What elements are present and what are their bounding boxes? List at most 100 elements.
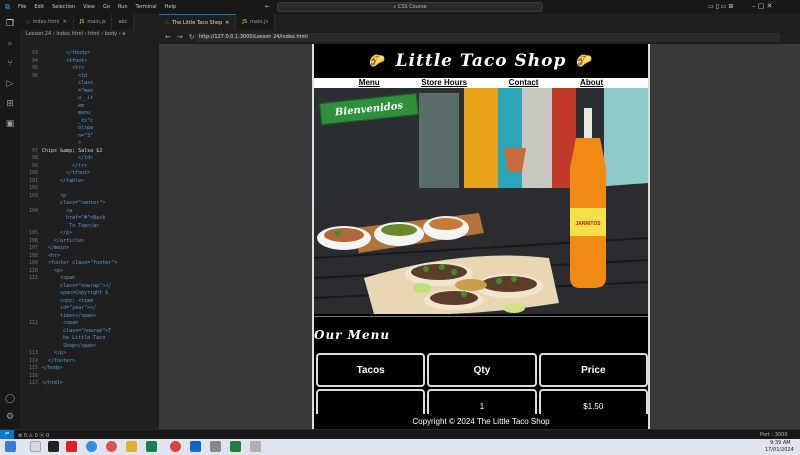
file-explorer-icon[interactable]	[126, 441, 137, 452]
menu-help[interactable]: Help	[165, 4, 176, 10]
excel-icon[interactable]	[230, 441, 241, 452]
code-line[interactable]: To Top</a>	[20, 223, 159, 231]
tab-index-html[interactable]: ◇ index.html ✕	[20, 14, 74, 30]
app-icon[interactable]	[210, 441, 221, 452]
tab-preview-taco-shop[interactable]: ◇ The Little Taco Shop ✕	[159, 14, 237, 30]
code-line[interactable]: _cs"c	[20, 118, 159, 126]
menu-terminal[interactable]: Terminal	[136, 4, 157, 10]
clock-time[interactable]: 9:39 AM	[770, 440, 791, 446]
code-line[interactable]: time></span>	[20, 313, 159, 321]
code-line[interactable]: class="nowrap"></	[20, 283, 159, 291]
code-line[interactable]: class="center">	[20, 200, 159, 208]
code-line[interactable]: 110 <p>	[20, 268, 159, 276]
edge-icon[interactable]	[86, 441, 97, 452]
url-input[interactable]: http://127.0.0.1:3000/Lesson 24/index.ht…	[195, 32, 780, 42]
code-line[interactable]: Shop</span>	[20, 343, 159, 351]
search-icon[interactable]	[30, 441, 41, 452]
code-line[interactable]: copy; <time	[20, 298, 159, 306]
app-icon[interactable]	[250, 441, 261, 452]
menu-selection[interactable]: Selection	[52, 4, 75, 10]
refresh-icon[interactable]: ↻	[189, 33, 195, 41]
nav-link-store-hours[interactable]: Store Hours	[421, 78, 467, 88]
code-line[interactable]: n="3"	[20, 133, 159, 141]
nav-link-contact[interactable]: Contact	[509, 78, 539, 88]
menu-run[interactable]: Run	[118, 4, 128, 10]
code-line[interactable]: 102	[20, 185, 159, 193]
code-line[interactable]: class	[20, 80, 159, 88]
spreadsheet-icon[interactable]	[146, 441, 157, 452]
source-control-icon[interactable]: ⑂	[5, 59, 15, 69]
tab-abc[interactable]: abc	[112, 14, 135, 30]
tab-preview-main-js[interactable]: JS main.js	[236, 14, 276, 30]
layout-toggle-icon[interactable]: ▭ ▯ ▭ ⊞	[708, 3, 733, 10]
windows-start-icon[interactable]	[5, 441, 16, 452]
code-line[interactable]: 95 <tr>	[20, 65, 159, 73]
code-line[interactable]: 115 </body>	[20, 365, 159, 373]
vscode-icon[interactable]	[190, 441, 201, 452]
code-line[interactable]: em	[20, 103, 159, 111]
back-arrow-icon[interactable]: ←	[165, 33, 171, 41]
window-controls[interactable]: – ▢ ✕	[752, 2, 772, 10]
run-debug-icon[interactable]: ▷	[5, 79, 15, 89]
tab-main-js[interactable]: JS main.js	[74, 14, 113, 30]
code-line[interactable]: 111 <span	[20, 275, 159, 283]
code-line[interactable]: span>Copyright &	[20, 290, 159, 298]
close-icon[interactable]: ✕	[225, 20, 229, 26]
code-line[interactable]: 109 <footer class="footer">	[20, 260, 159, 268]
command-center[interactable]: ⌕ CSS Course	[277, 2, 543, 12]
code-line[interactable]: id="year"></	[20, 305, 159, 313]
code-line[interactable]: 104 <a	[20, 208, 159, 216]
extensions-icon[interactable]: ⊞	[5, 99, 15, 109]
code-line[interactable]: 96 <td	[20, 73, 159, 81]
code-line[interactable]: 101 </table>	[20, 178, 159, 186]
menu-go[interactable]: Go	[103, 4, 110, 10]
code-line[interactable]: he Little Taco	[20, 335, 159, 343]
menu-file[interactable]: File	[18, 4, 26, 10]
menu-edit[interactable]: Edit	[34, 4, 44, 10]
chrome-icon[interactable]	[170, 441, 181, 452]
forward-arrow-icon[interactable]: →	[177, 33, 183, 41]
code-lines[interactable]: 93 </tbody> 94 <tfoot> 95 <tr> 96 <td class…	[20, 50, 159, 388]
code-line[interactable]: 112 <span	[20, 320, 159, 328]
back-arrow-icon[interactable]: ←	[265, 3, 270, 10]
remote-explorer-icon[interactable]: ▣	[5, 119, 15, 129]
code-line[interactable]: 114 </footer>	[20, 358, 159, 366]
code-line[interactable]: 108 <hr>	[20, 253, 159, 261]
code-line[interactable]: 107 </main>	[20, 245, 159, 253]
code-line[interactable]: 113 </p>	[20, 350, 159, 358]
problems-count[interactable]: ⊗ 0 ⚠ 0 ⓦ 0	[18, 432, 49, 439]
code-line[interactable]: href="#">Back	[20, 215, 159, 223]
settings-gear-icon[interactable]: ⚙	[5, 412, 15, 422]
chrome-icon[interactable]	[106, 441, 117, 452]
code-line[interactable]: 94 <tfoot>	[20, 58, 159, 66]
code-line[interactable]: 103 <p	[20, 193, 159, 201]
port-indicator[interactable]: Port : 3000	[760, 432, 788, 438]
code-editor[interactable]: ◇ index.html ✕ JS main.js abc Lesson 24 › i…	[20, 14, 159, 429]
code-line[interactable]: olspa	[20, 125, 159, 133]
menu-view[interactable]: View	[83, 4, 95, 10]
code-line[interactable]: 98 </td>	[20, 155, 159, 163]
code-line[interactable]: 99 </tr>	[20, 163, 159, 171]
code-line[interactable]: >	[20, 140, 159, 148]
remote-indicator-icon[interactable]: ⇌	[0, 430, 14, 439]
code-line[interactable]: menu_	[20, 110, 159, 118]
code-line[interactable]: ="men	[20, 88, 159, 96]
account-icon[interactable]: ◯	[5, 394, 15, 404]
clock-date[interactable]: 17/01/2024	[765, 447, 794, 453]
code-line[interactable]: u__it	[20, 95, 159, 103]
task-view-icon[interactable]	[48, 441, 59, 452]
code-line[interactable]: 97 Chips &amp; Salsa $2	[20, 148, 159, 156]
close-icon[interactable]: ✕	[63, 19, 67, 25]
nav-link-about[interactable]: About	[580, 78, 603, 88]
code-line[interactable]: 93 </tbody>	[20, 50, 159, 58]
code-line[interactable]: 105 </p>	[20, 230, 159, 238]
code-line[interactable]: 117 </html>	[20, 380, 159, 388]
code-line[interactable]: class="nowrap">T	[20, 328, 159, 336]
youtube-icon[interactable]	[66, 441, 77, 452]
breadcrumb[interactable]: Lesson 24 › index.html › html › body › a	[20, 31, 125, 41]
code-line[interactable]: 116	[20, 373, 159, 381]
nav-link-menu[interactable]: Menu	[359, 78, 380, 88]
code-line[interactable]: 106 </article>	[20, 238, 159, 246]
code-line[interactable]: 100 </tfoot>	[20, 170, 159, 178]
search-icon[interactable]: ⌕	[5, 39, 15, 49]
